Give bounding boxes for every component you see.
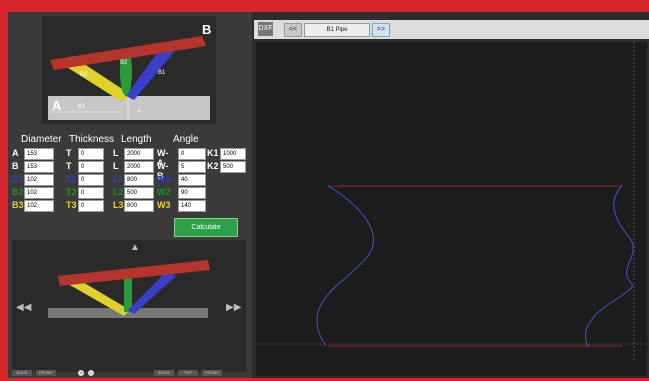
- view-front2-button[interactable]: FRONT: [202, 370, 222, 376]
- header-thickness: Thickness: [69, 134, 115, 145]
- diagram-label-b1: B1: [158, 70, 166, 76]
- preview-red-pipe: [58, 260, 210, 286]
- view-right-button[interactable]: RIGHT: [154, 370, 174, 376]
- structure-diagram-svg: [48, 36, 210, 120]
- angle-label: W3: [157, 200, 171, 210]
- diagram-label-k1: K1: [78, 104, 86, 110]
- next-pipe-button[interactable]: >>: [372, 23, 390, 37]
- header-angle: Angle: [173, 134, 199, 145]
- angle-label: W1: [157, 174, 171, 184]
- diameter-label: A: [12, 148, 19, 158]
- diagram-label-b3: B3: [80, 72, 88, 78]
- zoom-in-button[interactable]: +: [78, 370, 84, 376]
- pipe-name-field[interactable]: B1 Pipe: [304, 23, 370, 37]
- diameter-input[interactable]: 153: [24, 161, 54, 173]
- length-input[interactable]: 2000: [124, 161, 154, 173]
- thickness-input[interactable]: 0: [78, 187, 104, 199]
- 3d-preview-svg: [48, 260, 210, 318]
- view-front-button[interactable]: FRONT: [36, 370, 56, 376]
- angle-label: W2: [157, 187, 171, 197]
- left-panel: B A B3 B2 B1 K1 L Diameter Thickness Len…: [8, 12, 252, 378]
- diameter-label: B1: [12, 174, 24, 184]
- length-input[interactable]: 800: [124, 174, 154, 186]
- view-top-button[interactable]: TOP: [178, 370, 198, 376]
- diagram-label-b: B: [202, 22, 212, 37]
- left-cut-curve: [316, 185, 374, 347]
- view-buttons-bar: BACK FRONT + - RIGHT TOP FRONT: [8, 370, 252, 378]
- length-label: L2: [113, 187, 124, 197]
- diameter-input[interactable]: 102: [24, 174, 54, 186]
- angle-input[interactable]: 0: [178, 148, 206, 160]
- angle-input[interactable]: 40: [178, 174, 206, 186]
- diameter-input[interactable]: 102: [24, 187, 54, 199]
- length-input[interactable]: 500: [124, 187, 154, 199]
- rotate-up-icon[interactable]: ▲: [130, 242, 140, 253]
- diagram-label-b2: B2: [120, 60, 128, 66]
- length-input[interactable]: 2000: [124, 148, 154, 160]
- header-length: Length: [121, 134, 152, 145]
- k-input[interactable]: 1000: [220, 148, 246, 160]
- dxf-button[interactable]: DXF: [258, 22, 273, 36]
- angle-input[interactable]: 90: [178, 187, 206, 199]
- rotate-left-icon[interactable]: ◀◀: [16, 302, 31, 313]
- toolbar: DXF << B1 Pipe >>: [254, 20, 649, 39]
- thickness-input[interactable]: 0: [78, 161, 104, 173]
- angle-input[interactable]: 5: [178, 161, 206, 173]
- length-label: L3: [113, 200, 124, 210]
- right-panel: DXF << B1 Pipe >>: [254, 12, 649, 378]
- rotate-right-icon[interactable]: ▶▶: [226, 302, 241, 313]
- right-cut-curve: [585, 185, 634, 347]
- zoom-out-button[interactable]: -: [88, 370, 94, 376]
- unfold-drawing-svg: [256, 42, 647, 362]
- length-label: L: [113, 148, 119, 158]
- thickness-input[interactable]: 0: [78, 148, 104, 160]
- k-input[interactable]: 500: [220, 161, 246, 173]
- diameter-label: B3: [12, 200, 24, 210]
- app-window: B A B3 B2 B1 K1 L Diameter Thickness Len…: [8, 12, 649, 378]
- length-label: L1: [113, 174, 124, 184]
- thickness-label: T2: [66, 187, 77, 197]
- diameter-input[interactable]: 102: [24, 200, 54, 212]
- prev-pipe-button[interactable]: <<: [284, 23, 302, 37]
- k-label: K2: [207, 161, 219, 171]
- 3d-preview: ▲ ◀◀ ▶▶: [12, 240, 246, 372]
- thickness-label: T: [66, 148, 72, 158]
- diameter-label: B2: [12, 187, 24, 197]
- thickness-input[interactable]: 0: [78, 174, 104, 186]
- diameter-input[interactable]: 153: [24, 148, 54, 160]
- thickness-label: T: [66, 161, 72, 171]
- header-diameter: Diameter: [21, 134, 62, 145]
- view-back-button[interactable]: BACK: [12, 370, 32, 376]
- angle-input[interactable]: 140: [178, 200, 206, 212]
- diagram-label-a: A: [52, 98, 62, 113]
- unfold-drawing-canvas[interactable]: [256, 42, 647, 376]
- k-label: K1: [207, 148, 219, 158]
- diameter-label: B: [12, 161, 19, 171]
- length-input[interactable]: 800: [124, 200, 154, 212]
- thickness-input[interactable]: 0: [78, 200, 104, 212]
- ground-plate: [48, 96, 210, 120]
- length-label: L: [113, 161, 119, 171]
- diagram-label-l: L: [138, 108, 142, 114]
- calculate-button[interactable]: Calculate: [174, 218, 238, 237]
- structure-diagram: B A B3 B2 B1 K1 L: [42, 16, 216, 124]
- thickness-label: T1: [66, 174, 77, 184]
- thickness-label: T3: [66, 200, 77, 210]
- preview-green-pipe: [124, 276, 132, 312]
